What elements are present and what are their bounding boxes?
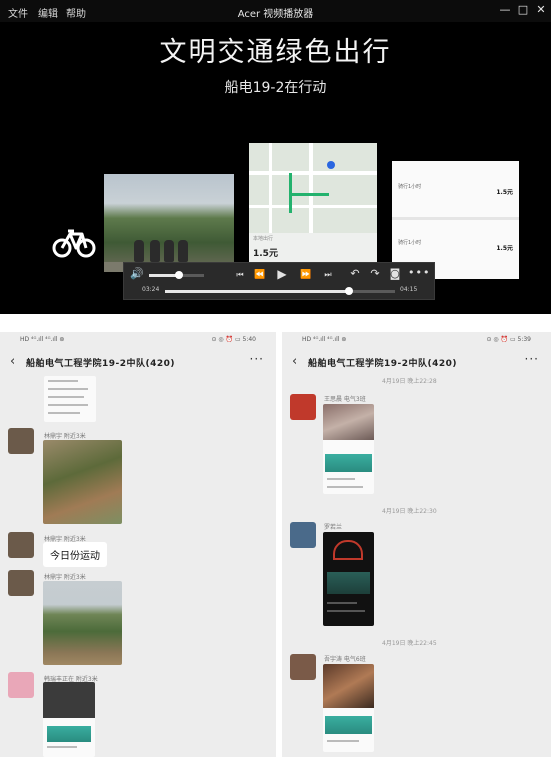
chat-header: ‹ 船舶电气工程学院19-2中队(420) ··· xyxy=(282,350,551,372)
bicycle-icon xyxy=(52,229,96,258)
timestamp: 4月19日 晚上22:28 xyxy=(382,378,437,385)
timestamp: 4月19日 晚上22:45 xyxy=(382,640,437,647)
avatar[interactable] xyxy=(290,654,316,680)
sender-name: 林鼎宇 附近3米 xyxy=(44,574,86,581)
group-name: 船舶电气工程学院19-2中队(420) xyxy=(26,359,176,369)
cyclists-photo xyxy=(104,174,234,272)
image-message[interactable] xyxy=(323,532,374,626)
skip-back-icon[interactable]: ⏮ xyxy=(232,268,248,282)
more-icon[interactable]: ••• xyxy=(408,266,429,280)
back-icon[interactable]: ‹ xyxy=(292,354,297,369)
text-message[interactable]: 今日份运动 xyxy=(43,542,107,567)
video-player-window: 文件 编辑 帮助 Acer 视频播放器 — □ ✕ 文明交通绿色出行 船电19-… xyxy=(0,0,551,314)
skip-forward-icon[interactable]: ⏭ xyxy=(320,268,336,282)
image-message[interactable] xyxy=(43,440,122,524)
chat-header: ‹ 船舶电气工程学院19-2中队(420) ··· xyxy=(0,350,276,372)
avatar[interactable] xyxy=(290,394,316,420)
status-signal: HD ⁴ᴳ.ıll ⁴ᴳ.ıll ⊛ xyxy=(302,336,347,343)
seek-fill xyxy=(165,290,349,293)
image-message[interactable] xyxy=(323,664,374,752)
play-icon[interactable]: ▶ xyxy=(274,267,290,281)
playback-controls: 🔊 ⏮ ⏪ ▶ ⏩ ⏭ ↶ ↷ ◙ ••• 03:24 04:15 xyxy=(123,262,435,300)
title-bar: 文件 编辑 帮助 Acer 视频播放器 — □ ✕ xyxy=(0,0,551,22)
image-message[interactable] xyxy=(43,682,95,757)
sender-name: 王思晨 电气3班 xyxy=(324,396,366,403)
status-bar: HD ⁴ᴳ.ıll ⁴ᴳ.ıll ⊛ ⊙ ◎ ⏰ ▭ 5:40 xyxy=(0,332,276,348)
avatar[interactable] xyxy=(8,532,34,558)
window-title: Acer 视频播放器 xyxy=(237,9,314,20)
seek-bar[interactable] xyxy=(165,287,395,295)
rotate-right-icon[interactable]: ↷ xyxy=(368,267,382,281)
group-name: 船舶电气工程学院19-2中队(420) xyxy=(308,359,458,369)
volume-knob[interactable] xyxy=(175,271,184,279)
sender-name: 林鼎宇 附近3米 xyxy=(44,433,86,440)
video-subline: 船电19-2在行动 xyxy=(224,80,327,96)
chat-screenshot-right: HD ⁴ᴳ.ıll ⁴ᴳ.ıll ⊛ ⊙ ◎ ⏰ ▭ 5:39 ‹ 船舶电气工程… xyxy=(282,332,551,757)
avatar[interactable] xyxy=(8,570,34,596)
status-clock: ⊙ ◎ ⏰ ▭ 5:39 xyxy=(486,336,531,343)
trip-amount-1: 1.5元 xyxy=(496,189,513,196)
volume-slider[interactable] xyxy=(149,271,204,279)
avatar[interactable] xyxy=(290,522,316,548)
chat-screenshot-left: HD ⁴ᴳ.ıll ⁴ᴳ.ıll ⊛ ⊙ ◎ ⏰ ▭ 5:40 ‹ 船舶电气工程… xyxy=(0,332,276,757)
image-message[interactable] xyxy=(323,404,374,494)
volume-icon[interactable]: 🔊 xyxy=(130,267,144,281)
fast-forward-icon[interactable]: ⏩ xyxy=(298,268,314,282)
image-message[interactable] xyxy=(43,581,122,665)
map-price: 1.5元 xyxy=(253,249,278,259)
maximize-button[interactable]: □ xyxy=(516,3,530,17)
more-icon[interactable]: ··· xyxy=(525,352,539,366)
more-icon[interactable]: ··· xyxy=(250,352,264,366)
video-headline: 文明交通绿色出行 xyxy=(159,37,392,68)
timestamp: 4月19日 晚上22:30 xyxy=(382,508,437,515)
avatar[interactable] xyxy=(8,672,34,698)
status-bar: HD ⁴ᴳ.ıll ⁴ᴳ.ıll ⊛ ⊙ ◎ ⏰ ▭ 5:39 xyxy=(282,332,551,348)
current-time: 03:24 xyxy=(142,286,160,293)
trip-amount-2: 1.5元 xyxy=(496,245,513,252)
seek-knob[interactable] xyxy=(345,287,353,295)
close-button[interactable]: ✕ xyxy=(534,3,548,17)
rewind-icon[interactable]: ⏪ xyxy=(252,268,268,282)
rotate-left-icon[interactable]: ↶ xyxy=(348,267,362,281)
status-clock: ⊙ ◎ ⏰ ▭ 5:40 xyxy=(211,336,256,343)
map-caption: 本地出行 xyxy=(253,236,274,242)
sender-name: 罗若兰 xyxy=(324,524,343,531)
bike-map-screenshot: 本地出行 1.5元 xyxy=(249,143,377,275)
avatar[interactable] xyxy=(8,428,34,454)
sender-name: 吾宇涛 电气6班 xyxy=(324,656,366,663)
total-time: 04:15 xyxy=(400,286,418,293)
minimize-button[interactable]: — xyxy=(498,3,512,17)
camera-icon[interactable]: ◙ xyxy=(388,267,402,281)
back-icon[interactable]: ‹ xyxy=(10,354,15,369)
status-signal: HD ⁴ᴳ.ıll ⁴ᴳ.ıll ⊛ xyxy=(20,336,65,343)
image-message[interactable] xyxy=(44,376,96,422)
